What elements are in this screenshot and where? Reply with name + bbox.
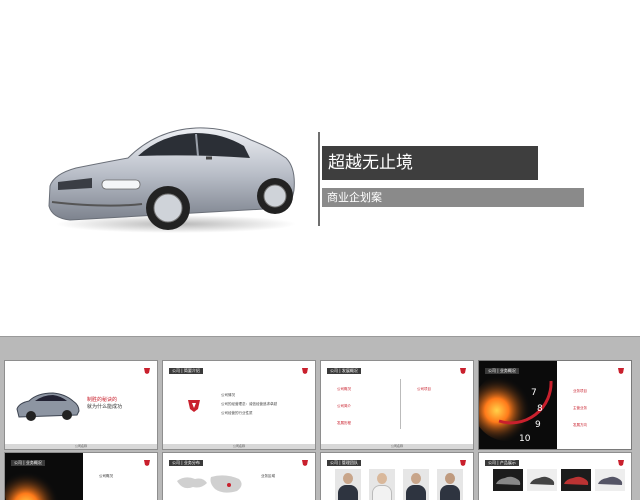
thumb-6-header: 公司 | 业务分布 bbox=[169, 460, 203, 466]
thumb-3-label-2: 公司简介 bbox=[337, 404, 351, 408]
thumb-4-labels: 业务项目 主营业务 发展方向 bbox=[573, 383, 587, 434]
thumb-2-bullet-3: 公司经营的行业性质 bbox=[221, 411, 253, 415]
thumb-3-footer: 公司名称 bbox=[321, 444, 473, 449]
car-thumbnail-image bbox=[16, 392, 80, 421]
team-photo-2 bbox=[369, 469, 395, 500]
thumb-3-label-3: 发展历程 bbox=[337, 421, 351, 425]
slide-thumbnail-5[interactable]: 公司 | 业务概况 公司概况 bbox=[4, 452, 158, 500]
thumb-4-label-2: 主营业务 bbox=[573, 406, 587, 410]
product-image-4 bbox=[595, 469, 625, 491]
logo-icon bbox=[460, 368, 466, 374]
product-image-2 bbox=[527, 469, 557, 491]
slide-thumbnail-4[interactable]: 7 8 9 10 公司 | 业务概况 业务项目 主营业务 发展方向 bbox=[478, 360, 632, 450]
slide-title: 超越无止境 bbox=[322, 146, 538, 180]
thumb-3-header: 公司 | 发展概况 bbox=[327, 368, 361, 374]
team-photo-3 bbox=[403, 469, 429, 500]
thumb-2-bullet-2: 公司的经营理念：诚信经营追求卓越 bbox=[221, 402, 277, 406]
team-photo-1 bbox=[335, 469, 361, 500]
thumb-3-right-col: 公司项目 bbox=[417, 381, 431, 398]
logo-icon bbox=[144, 460, 150, 466]
thumb-5-label-1: 公司概况 bbox=[99, 474, 113, 478]
thumb-1-footer: 公司名称 bbox=[5, 444, 157, 449]
slide-thumbnail-8[interactable]: 公司 | 产品展示 bbox=[478, 452, 632, 500]
main-slide: 超越无止境 商业企划案 bbox=[0, 0, 640, 337]
slide-thumbnail-1[interactable]: 制胜的秘诀的 就为什么能成功 公司名称 bbox=[4, 360, 158, 450]
thumb-7-header: 公司 | 管理团队 bbox=[327, 460, 361, 466]
logo-icon bbox=[460, 460, 466, 466]
thumb-4-label-3: 发展方向 bbox=[573, 423, 587, 427]
gauge-number-7: 7 bbox=[531, 388, 537, 398]
thumb-1-line-2: 就为什么能成功 bbox=[87, 404, 123, 410]
thumb-3-label-1: 公司概况 bbox=[337, 387, 351, 391]
divider-line bbox=[318, 132, 320, 226]
slide-thumbnail-6[interactable]: 公司 | 业务分布 业务区域 bbox=[162, 452, 316, 500]
slide-thumbnail-7[interactable]: 公司 | 管理团队 bbox=[320, 452, 474, 500]
brand-emblem-icon bbox=[188, 400, 200, 412]
thumb-2-bullet-1: 公司情况 bbox=[221, 393, 235, 397]
thumb-4-header: 公司 | 业务概况 bbox=[485, 368, 519, 374]
thumb-6-label-1: 业务区域 bbox=[261, 474, 275, 478]
gauge-number-9: 9 bbox=[535, 420, 541, 430]
slide-thumbnail-3[interactable]: 公司 | 发展概况 公司概况 公司简介 发展历程 公司项目 公司名称 bbox=[320, 360, 474, 450]
world-map-image bbox=[177, 475, 242, 493]
logo-icon bbox=[618, 368, 624, 374]
logo-icon bbox=[302, 368, 308, 374]
thumb-2-bullets: 公司情况 公司的经营理念：诚信经营追求卓越 公司经营的行业性质 bbox=[221, 391, 277, 418]
gauge-number-8: 8 bbox=[537, 404, 543, 414]
thumb-2-footer: 公司名称 bbox=[163, 444, 315, 449]
silver-car-image bbox=[48, 127, 296, 233]
thumb-8-header: 公司 | 产品展示 bbox=[485, 460, 519, 466]
product-image-1 bbox=[493, 469, 523, 491]
thumb-1-line-1: 制胜的秘诀的 bbox=[87, 397, 118, 403]
thumb-4-label-1: 业务项目 bbox=[573, 389, 587, 393]
gauge-number-10: 10 bbox=[519, 434, 531, 444]
thumb-2-header: 公司 | 简要介绍 bbox=[169, 368, 203, 374]
logo-icon bbox=[144, 368, 150, 374]
slide-thumbnail-2[interactable]: 公司 | 简要介绍 公司情况 公司的经营理念：诚信经营追求卓越 公司经营的行业性… bbox=[162, 360, 316, 450]
gauge-image: 7 8 9 10 bbox=[479, 361, 557, 449]
thumb-1-text: 制胜的秘诀的 就为什么能成功 bbox=[87, 397, 122, 411]
logo-icon bbox=[302, 460, 308, 466]
slide-subtitle: 商业企划案 bbox=[322, 188, 584, 207]
thumb-3-divider bbox=[400, 379, 401, 429]
team-photo-4 bbox=[437, 469, 463, 500]
product-image-3 bbox=[561, 469, 591, 491]
thumb-5-header: 公司 | 业务概况 bbox=[11, 460, 45, 466]
thumb-3-label-4: 公司项目 bbox=[417, 387, 431, 391]
thumb-3-left-col: 公司概况 公司简介 发展历程 bbox=[337, 381, 351, 432]
logo-icon bbox=[618, 460, 624, 466]
